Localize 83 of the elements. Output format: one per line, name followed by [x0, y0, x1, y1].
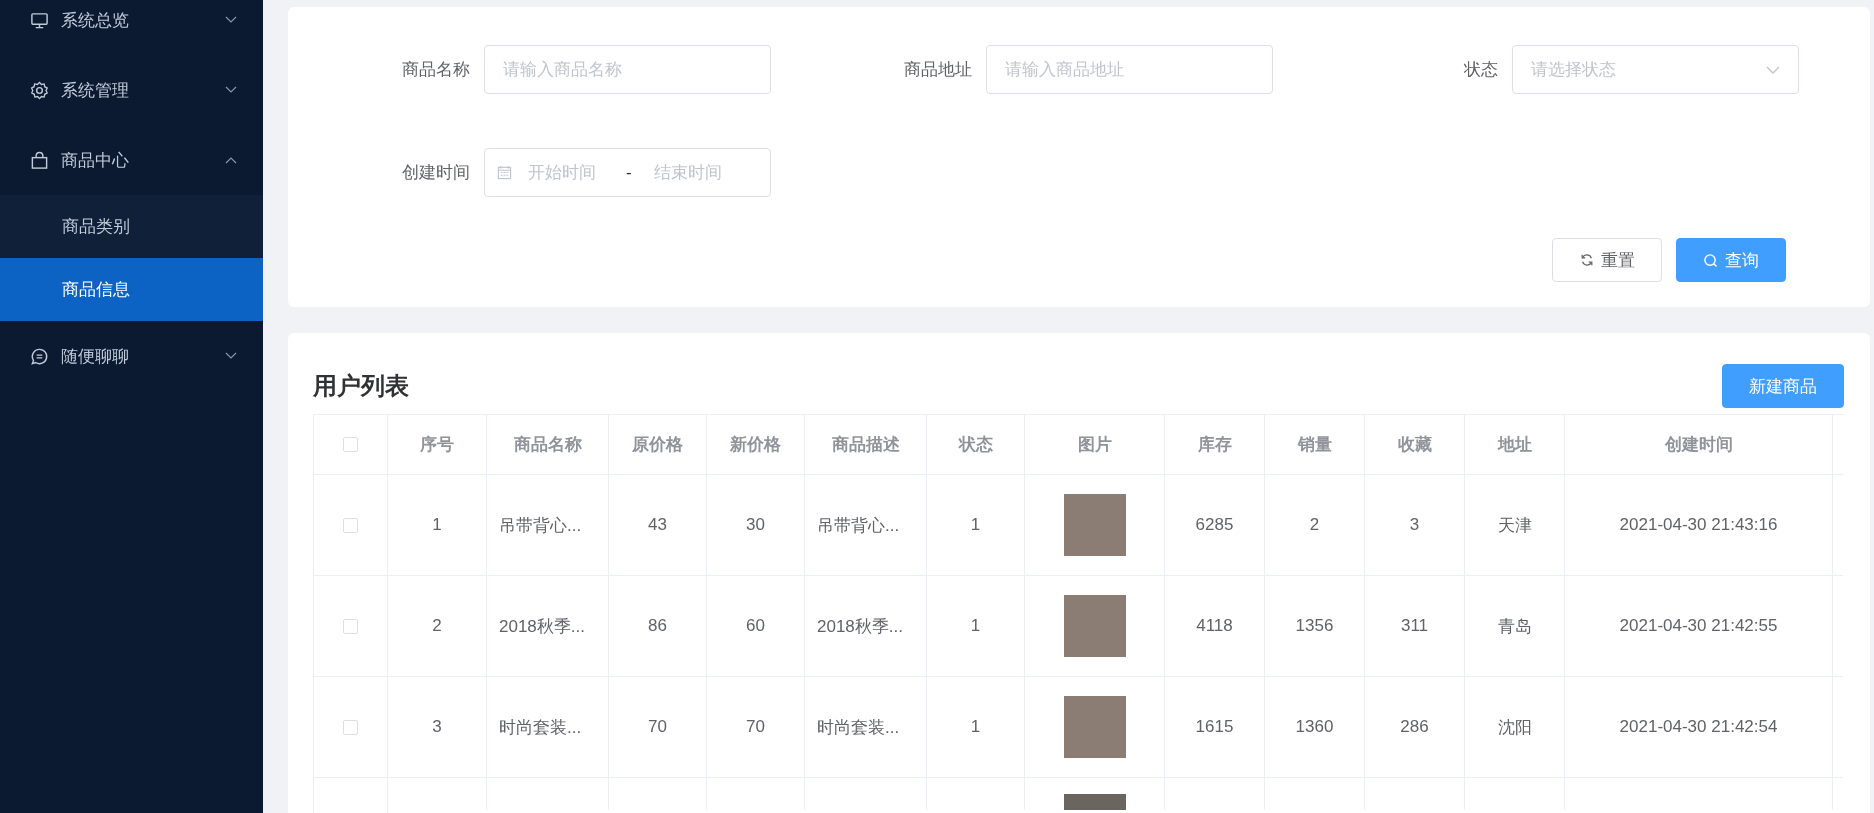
table-cell: 1	[927, 576, 1025, 677]
chevron-down-icon	[225, 352, 237, 360]
table-cell: 2018秋季...	[805, 576, 927, 677]
column-header: 商品名称	[487, 415, 609, 475]
table-cell: 时尚套装...	[487, 677, 609, 778]
table-cell: 2021-04-30 21:43:16	[1565, 475, 1833, 576]
refresh-icon	[1579, 253, 1594, 267]
table-cell: 43	[609, 475, 707, 576]
table-cell: 2021-04-30 21:42:54	[1565, 677, 1833, 778]
table-cell: 吊带背心...	[805, 475, 927, 576]
column-header: 新价格	[707, 415, 805, 475]
table-cell: 70	[609, 677, 707, 778]
column-header: 状态	[927, 415, 1025, 475]
table-cell: 70	[707, 677, 805, 778]
reset-button[interactable]: 重置	[1552, 238, 1662, 282]
shopping-bag-icon	[30, 150, 49, 170]
menu-item[interactable]: 随便聊聊	[0, 321, 263, 391]
input-field[interactable]: 请输入商品地址	[986, 45, 1273, 94]
column-header: 原价格	[609, 415, 707, 475]
calendar-icon	[497, 165, 512, 180]
photo-placeholder	[1063, 494, 1126, 556]
chevron-down-icon	[1766, 65, 1780, 74]
column-header: 收藏	[1365, 415, 1465, 475]
table-cell: 2021-04-30 21:42:55	[1565, 576, 1833, 677]
column-header: 图片	[1025, 415, 1165, 475]
checkbox[interactable]	[343, 719, 358, 735]
date-range-field[interactable]: 开始时间 - 结束时间	[484, 148, 771, 197]
input-field[interactable]: 请输入商品名称	[484, 45, 771, 94]
photo-placeholder	[1063, 794, 1126, 810]
table-cell: 286	[1365, 677, 1465, 778]
field-label: 状态	[1463, 59, 1498, 81]
column-header: 商品描述	[805, 415, 927, 475]
chevron-down-icon	[225, 16, 237, 24]
table-cell: 30	[707, 475, 805, 576]
table-cell: 3	[388, 677, 487, 778]
table-cell: 1360	[1265, 677, 1365, 778]
settings-icon	[30, 80, 49, 100]
table-cell: 2	[1265, 475, 1365, 576]
checkbox[interactable]	[343, 618, 358, 634]
chevron-up-icon	[225, 156, 237, 164]
photo-placeholder	[1063, 595, 1126, 657]
start-date-input[interactable]: 开始时间	[528, 162, 612, 183]
table-cell: 沈阳	[1465, 677, 1565, 778]
chat-icon	[30, 346, 49, 366]
column-header: 销量	[1265, 415, 1365, 475]
field-label: 创建时间	[401, 162, 470, 184]
menu-item[interactable]: 系统管理	[0, 55, 263, 125]
table-cell: 311	[1365, 576, 1465, 677]
monitor-icon	[30, 10, 49, 30]
table-cell: 吊带背心...	[487, 475, 609, 576]
end-date-input[interactable]: 结束时间	[653, 162, 738, 183]
photo-placeholder	[1063, 696, 1126, 758]
table-cell: 青岛	[1465, 576, 1565, 677]
table-cell: 1615	[1165, 677, 1265, 778]
column-header: 库存	[1165, 415, 1265, 475]
table-cell: 天津	[1465, 475, 1565, 576]
table-cell: 3	[1365, 475, 1465, 576]
menu-item[interactable]: 商品中心	[0, 125, 263, 195]
table-cell: 86	[609, 576, 707, 677]
table-cell: 6285	[1165, 475, 1265, 576]
search-icon	[1703, 252, 1718, 268]
submenu-item[interactable]: 商品类别	[0, 195, 263, 258]
chevron-down-icon	[225, 86, 237, 94]
table-cell: 60	[707, 576, 805, 677]
column-header: 创建时间	[1565, 415, 1833, 475]
field-label: 商品地址	[903, 59, 972, 81]
menu-item[interactable]: 系统总览	[0, 0, 263, 55]
table-cell: 1	[388, 475, 487, 576]
column-header: 地址	[1465, 415, 1565, 475]
field-label: 商品名称	[401, 59, 470, 81]
list-title: 用户列表	[313, 371, 409, 401]
checkbox[interactable]	[343, 517, 358, 533]
table-cell: 2018秋季...	[487, 576, 609, 677]
table-cell: 1	[927, 677, 1025, 778]
column-header: 序号	[388, 415, 487, 475]
table-cell: 2	[388, 576, 487, 677]
table-cell: 4118	[1165, 576, 1265, 677]
checkbox[interactable]	[343, 437, 358, 452]
range-separator: -	[626, 162, 632, 183]
table-cell: 1356	[1265, 576, 1365, 677]
submenu-item[interactable]: 商品信息	[0, 258, 263, 321]
table-cell: 时尚套装...	[805, 677, 927, 778]
table-cell: 1	[927, 475, 1025, 576]
